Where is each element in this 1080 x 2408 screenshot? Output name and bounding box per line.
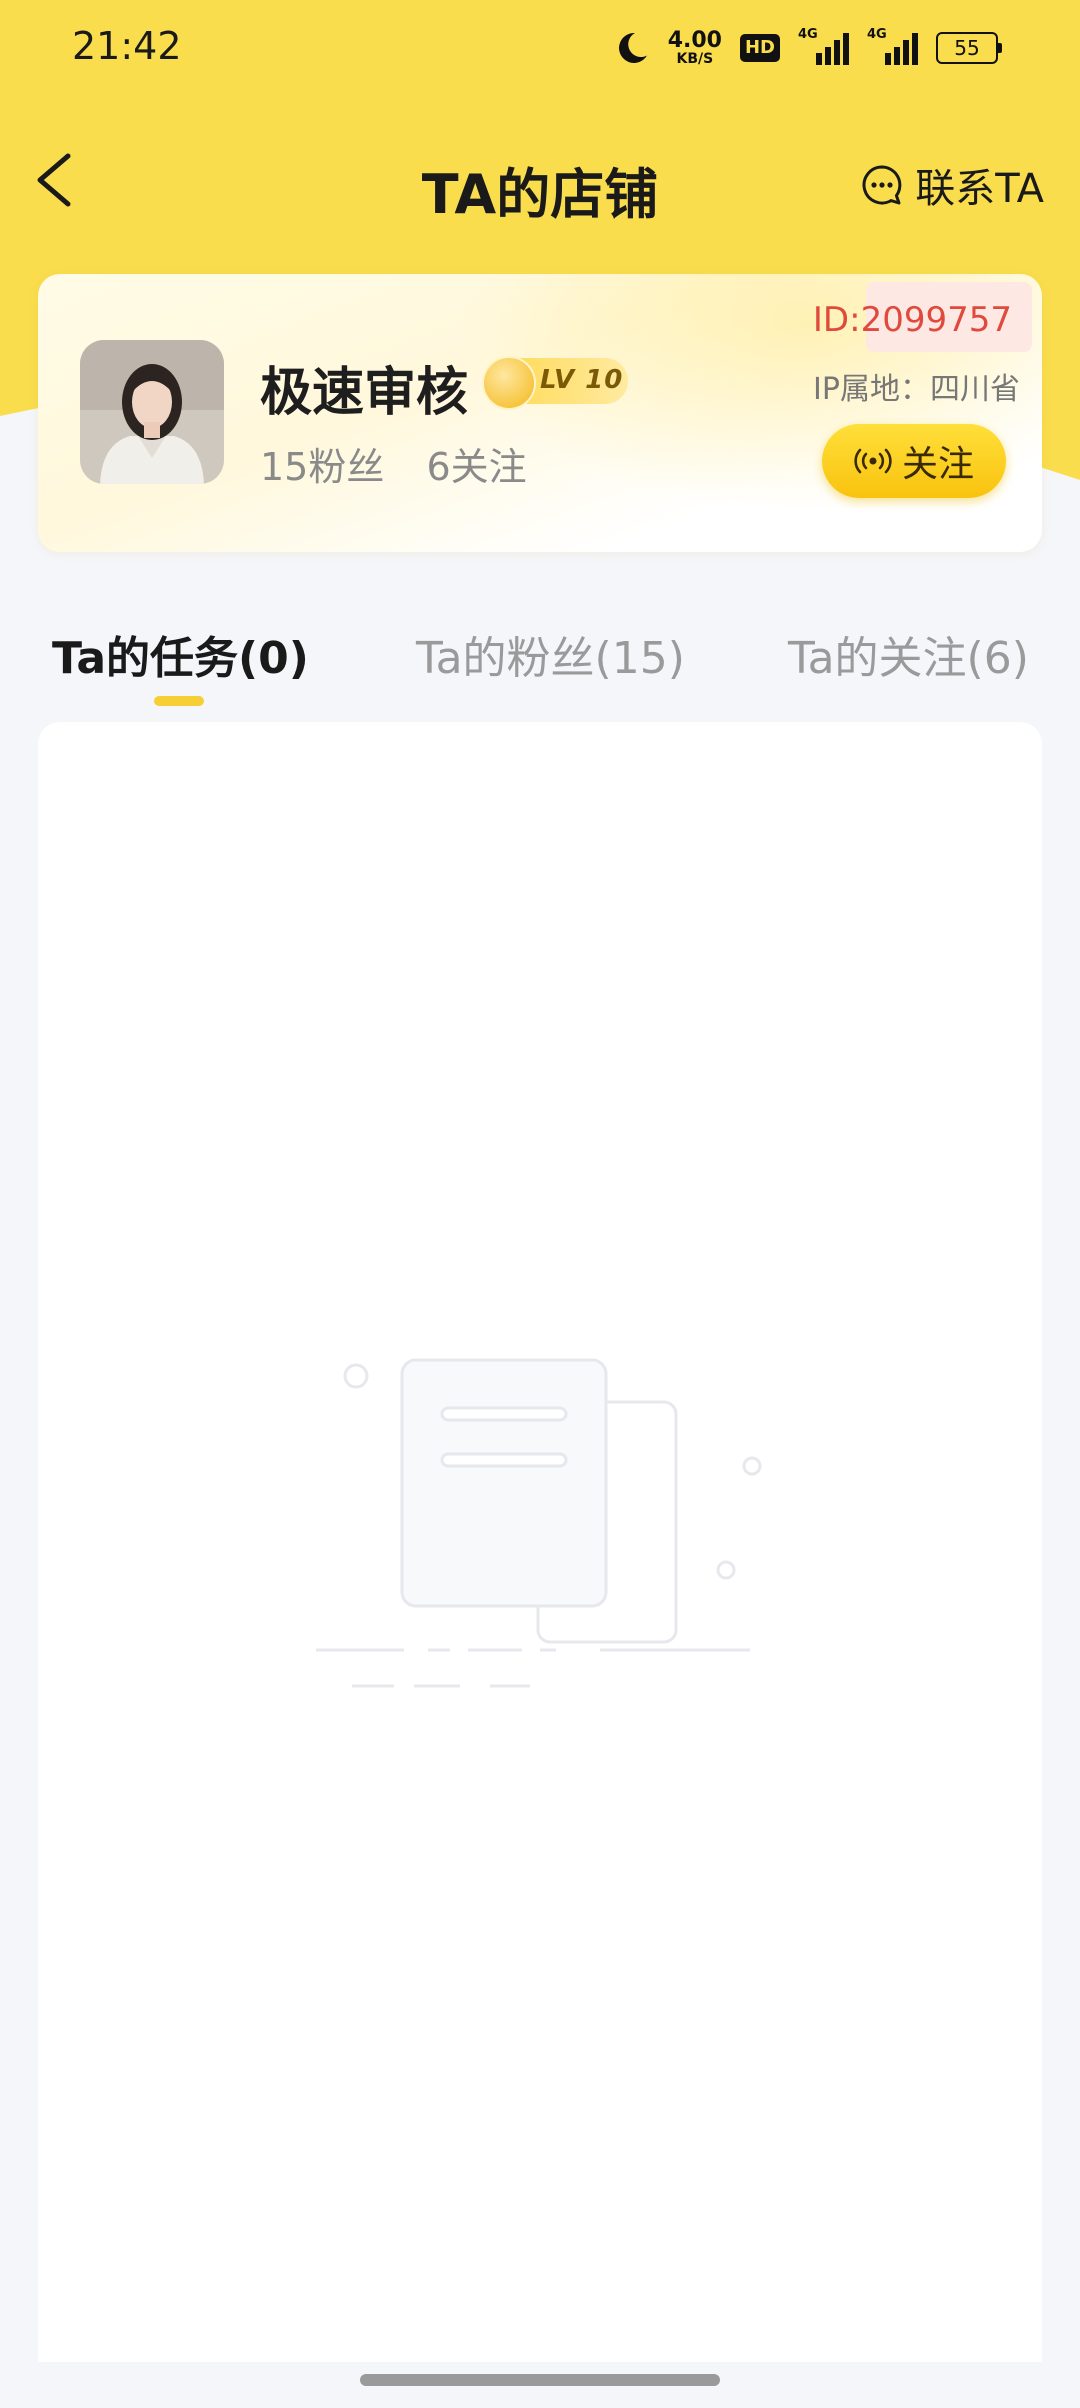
- status-time: 21:42: [72, 24, 182, 68]
- do-not-disturb-moon-icon: [618, 32, 647, 63]
- follow-button[interactable]: 关注: [822, 424, 1006, 498]
- tab-tasks[interactable]: Ta的任务(0): [52, 622, 309, 686]
- following-count[interactable]: 6关注: [426, 445, 526, 489]
- level-text: LV 10: [540, 365, 624, 395]
- battery-icon: 55: [936, 32, 1002, 64]
- network-speed-unit: KB/S: [676, 51, 714, 67]
- status-bar: 21:42 4.00 KB/S HD 4G 4G 55: [0, 0, 1080, 96]
- chat-bubble-icon: [862, 165, 902, 205]
- empty-state-document-icon: [316, 1358, 762, 1688]
- battery-level: 55: [936, 32, 998, 64]
- home-indicator[interactable]: [360, 2374, 720, 2386]
- nav-bar: TA的店铺 联系TA: [0, 130, 1080, 230]
- level-badge: LV 10: [482, 356, 628, 410]
- hd-voice-icon: HD: [739, 34, 780, 62]
- contact-ta-label: 联系TA: [915, 166, 1044, 212]
- contact-ta-button[interactable]: 联系TA: [861, 156, 1044, 214]
- tab-indicator: [154, 696, 204, 706]
- user-name: 极速审核: [260, 363, 469, 423]
- avatar[interactable]: [80, 340, 224, 484]
- user-id: ID:2099757: [812, 300, 1012, 340]
- network-speed: 4.00 KB/S: [667, 28, 722, 67]
- back-button[interactable]: [28, 148, 88, 212]
- medal-icon: [482, 356, 536, 410]
- signal-type-label: 4G: [867, 27, 887, 42]
- signal-strength-icon: 4G: [798, 27, 849, 65]
- network-speed-value: 4.00: [667, 28, 722, 53]
- fans-count[interactable]: 15粉丝: [260, 445, 384, 489]
- tab-fans[interactable]: Ta的粉丝(15): [416, 622, 685, 686]
- ip-location: IP属地：四川省: [813, 372, 1020, 407]
- follow-counts: 15粉丝 6关注: [260, 436, 557, 491]
- follow-label: 关注: [901, 444, 974, 485]
- signal-type-label: 4G: [798, 27, 818, 42]
- broadcast-icon: [854, 448, 892, 474]
- tab-following[interactable]: Ta的关注(6): [788, 622, 1029, 686]
- profile-card: 极速审核 LV 10 15粉丝 6关注 ID:2099757 IP属地：四川省 …: [38, 274, 1042, 552]
- signal-strength-icon: 4G: [867, 27, 918, 65]
- status-icons: 4.00 KB/S HD 4G 4G 55: [614, 26, 1002, 70]
